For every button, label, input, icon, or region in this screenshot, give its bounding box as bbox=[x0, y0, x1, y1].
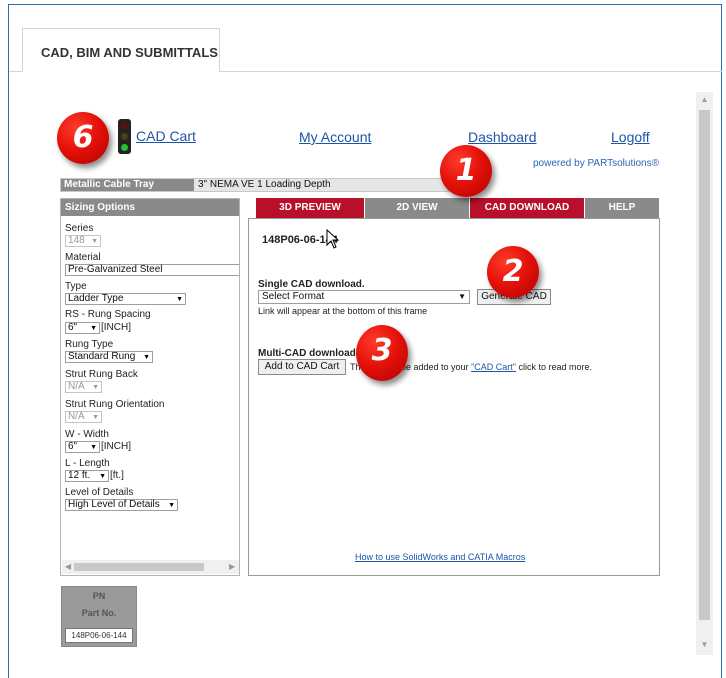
tab-2d-view[interactable]: 2D VIEW bbox=[365, 198, 469, 218]
width-select[interactable]: 6" ▼ bbox=[65, 441, 100, 453]
tab-help[interactable]: HELP bbox=[585, 198, 659, 218]
rung-type-select[interactable]: Standard Rung ▼ bbox=[65, 351, 153, 363]
chevron-down-icon: ▼ bbox=[91, 238, 98, 245]
format-select[interactable]: Select Format ▼ bbox=[258, 290, 470, 304]
strut-rung-orientation-value: N/A bbox=[68, 411, 85, 422]
series-label: Series bbox=[65, 223, 94, 234]
type-value: Ladder Type bbox=[68, 293, 124, 304]
traffic-light-icon bbox=[118, 119, 131, 154]
material-label: Material bbox=[65, 252, 101, 263]
cad-cart-link[interactable]: CAD Cart bbox=[136, 128, 196, 144]
level-of-details-value: High Level of Details bbox=[68, 499, 160, 510]
scroll-right-icon[interactable]: ▶ bbox=[229, 560, 235, 574]
logoff-link[interactable]: Logoff bbox=[611, 129, 650, 145]
powered-by-text: powered by PARTsolutions® bbox=[533, 158, 659, 169]
chevron-down-icon: ▼ bbox=[458, 292, 466, 301]
system-label: Metallic Cable Tray Systems: bbox=[61, 179, 194, 202]
scroll-left-icon[interactable]: ◀ bbox=[65, 560, 71, 574]
sizing-options-panel: Sizing Options Series 148 ▼ Material Pre-… bbox=[60, 198, 240, 576]
width-value: 6" bbox=[68, 441, 78, 452]
type-select[interactable]: Ladder Type ▼ bbox=[65, 293, 186, 305]
my-account-link[interactable]: My Account bbox=[299, 129, 371, 145]
length-label: L - Length bbox=[65, 458, 110, 469]
sizing-options-header: Sizing Options bbox=[61, 199, 239, 216]
cad-download-panel: 148P06-06-144 Single CAD download. Selec… bbox=[248, 218, 660, 576]
tab-cad-download[interactable]: CAD DOWNLOAD bbox=[470, 198, 584, 218]
level-of-details-select[interactable]: High Level of Details ▼ bbox=[65, 499, 178, 511]
scrollbar-thumb[interactable] bbox=[74, 563, 204, 571]
annotation-badge-6: 6 bbox=[57, 112, 109, 164]
tab-divider bbox=[9, 71, 22, 72]
chevron-down-icon: ▼ bbox=[92, 414, 99, 421]
chevron-down-icon: ▼ bbox=[90, 444, 97, 451]
part-no-header: Part No. bbox=[81, 608, 117, 618]
rung-spacing-value: 6" bbox=[68, 322, 78, 333]
single-download-title: Single CAD download. bbox=[258, 279, 365, 290]
rung-type-value: Standard Rung bbox=[68, 351, 136, 362]
material-field: Pre-Galvanized Steel bbox=[65, 264, 239, 276]
strut-rung-back-select[interactable]: N/A ▼ bbox=[65, 381, 102, 393]
multi-note-suffix: click to read more. bbox=[515, 362, 593, 372]
part-number-table: PN Part No. 148P06-06-144 bbox=[61, 586, 137, 647]
rung-type-label: Rung Type bbox=[65, 339, 114, 350]
width-unit: [INCH] bbox=[101, 441, 131, 452]
mouse-cursor-icon bbox=[326, 229, 340, 249]
strut-rung-orientation-label: Strut Rung Orientation bbox=[65, 399, 165, 410]
annotation-badge-2: 2 bbox=[487, 246, 539, 298]
horizontal-scrollbar[interactable]: ◀ ▶ bbox=[62, 560, 239, 574]
strut-rung-back-label: Strut Rung Back bbox=[65, 369, 138, 380]
part-number-cell[interactable]: 148P06-06-144 bbox=[65, 628, 133, 643]
type-label: Type bbox=[65, 281, 87, 292]
series-value: 148 bbox=[68, 235, 85, 246]
macros-help-link[interactable]: How to use SolidWorks and CATIA Macros bbox=[355, 552, 525, 562]
tab-divider bbox=[220, 71, 722, 72]
multi-download-title: Multi-CAD download. bbox=[258, 348, 359, 359]
tab-cad-bim-submittals[interactable]: CAD, BIM AND SUBMITTALS bbox=[22, 28, 220, 72]
add-to-cad-cart-button[interactable]: Add to CAD Cart bbox=[258, 359, 346, 375]
dashboard-link[interactable]: Dashboard bbox=[468, 129, 537, 145]
link-note-text: Link will appear at the bottom of this f… bbox=[258, 306, 428, 316]
vertical-scrollbar[interactable]: ▲ ▼ bbox=[696, 92, 713, 655]
length-value: 12 ft. bbox=[68, 470, 91, 481]
format-select-value: Select Format bbox=[262, 291, 325, 302]
scroll-up-icon[interactable]: ▲ bbox=[696, 92, 713, 108]
level-of-details-label: Level of Details bbox=[65, 487, 134, 498]
scroll-down-icon[interactable]: ▼ bbox=[696, 637, 713, 653]
chevron-down-icon: ▼ bbox=[90, 325, 97, 332]
annotation-badge-3: 3 bbox=[356, 325, 408, 381]
pn-header: PN bbox=[92, 591, 106, 601]
rung-spacing-label: RS - Rung Spacing bbox=[65, 309, 151, 320]
tab-3d-preview[interactable]: 3D PREVIEW bbox=[256, 198, 364, 218]
chevron-down-icon: ▼ bbox=[168, 502, 175, 509]
chevron-down-icon: ▼ bbox=[143, 354, 150, 361]
rung-spacing-select[interactable]: 6" ▼ bbox=[65, 322, 100, 334]
strut-rung-orientation-select[interactable]: N/A ▼ bbox=[65, 411, 102, 423]
cad-cart-inline-link[interactable]: "CAD Cart" bbox=[471, 362, 516, 372]
system-value: 3" NEMA VE 1 Loading Depth bbox=[198, 179, 331, 190]
strut-rung-back-value: N/A bbox=[68, 381, 85, 392]
product-system-bar: Metallic Cable Tray Systems: 3" NEMA VE … bbox=[60, 178, 460, 202]
width-label: W - Width bbox=[65, 429, 109, 440]
scrollbar-thumb[interactable] bbox=[699, 110, 710, 620]
length-unit: [ft.] bbox=[110, 470, 124, 481]
chevron-down-icon: ▼ bbox=[92, 384, 99, 391]
rung-spacing-unit: [INCH] bbox=[101, 322, 131, 333]
chevron-down-icon: ▼ bbox=[176, 296, 183, 303]
chevron-down-icon: ▼ bbox=[99, 473, 106, 480]
annotation-badge-1: 1 bbox=[440, 145, 492, 197]
length-select[interactable]: 12 ft. ▼ bbox=[65, 470, 109, 482]
series-select[interactable]: 148 ▼ bbox=[65, 235, 101, 247]
